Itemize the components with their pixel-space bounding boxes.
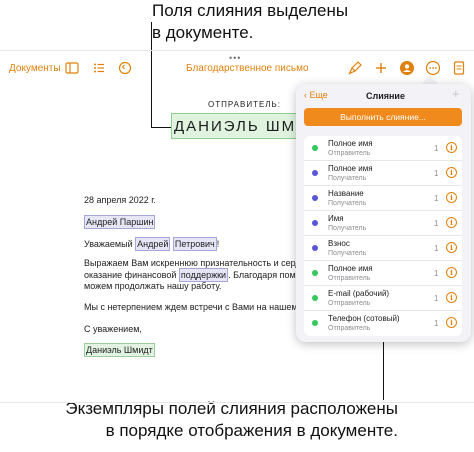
documents-button[interactable]: Документы	[9, 63, 61, 74]
field-count: 1	[434, 269, 439, 278]
greeting-line: Уважаемый Андрей Петрович!	[84, 237, 220, 251]
field-color-dot	[312, 195, 318, 201]
field-role: Отправитель	[328, 325, 371, 332]
info-icon[interactable]: i	[446, 242, 457, 253]
popover-title: Слияние	[366, 91, 405, 101]
paragraph1-line2: оказание финансовой поддержки. Благодаря…	[84, 268, 329, 282]
brush-icon[interactable]	[347, 60, 363, 76]
support-merge-field[interactable]: поддержки	[178, 268, 229, 282]
merge-field-row[interactable]: Полное имя Отправитель 1 i	[304, 261, 462, 286]
merge-field-row[interactable]: Телефон (сотовый) Отправитель 1 i	[304, 311, 462, 336]
back-button[interactable]: ‹ Еще	[304, 90, 328, 100]
collaborate-icon[interactable]	[399, 60, 415, 76]
field-count: 1	[434, 294, 439, 303]
info-icon[interactable]: i	[446, 267, 457, 278]
merge-field-list: Полное имя Отправитель 1 i Полное имя Получат…	[304, 136, 462, 336]
recipient-line: Андрей Паршин	[84, 215, 156, 229]
field-name: Полное имя	[328, 139, 373, 148]
field-role: Получатель	[328, 175, 367, 182]
perform-merge-button[interactable]: Выполнить слияние...	[304, 108, 462, 126]
merge-field-row[interactable]: Полное имя Получатель 1 i	[304, 161, 462, 186]
paragraph2: Мы с нетерпением ждем встречи с Вами на …	[84, 302, 325, 312]
signature-merge-field[interactable]: Даниэль Шмидт	[84, 343, 155, 357]
field-role: Получатель	[328, 225, 367, 232]
field-role: Отправитель	[328, 300, 371, 307]
sender-label: ОТПРАВИТЕЛЬ:	[208, 100, 282, 109]
more-icon[interactable]	[425, 60, 441, 76]
first-name-merge-field[interactable]: Андрей	[135, 237, 171, 251]
field-role: Отправитель	[328, 275, 371, 282]
info-icon[interactable]: i	[446, 292, 457, 303]
document-icon[interactable]	[451, 60, 467, 76]
field-name: Полное имя	[328, 264, 373, 273]
merge-field-row[interactable]: Название Получатель 1 i	[304, 186, 462, 211]
field-color-dot	[312, 295, 318, 301]
field-color-dot	[312, 145, 318, 151]
field-color-dot	[312, 220, 318, 226]
greeting-suffix: !	[216, 239, 220, 249]
closing-text: С уважением,	[84, 324, 142, 334]
callout-bottom-line	[383, 332, 384, 400]
grabber-handle[interactable]: •••	[229, 53, 241, 63]
field-color-dot	[312, 320, 318, 326]
info-icon[interactable]: i	[446, 167, 457, 178]
field-color-dot	[312, 245, 318, 251]
field-color-dot	[312, 270, 318, 276]
back-label: Еще	[309, 90, 328, 100]
document-title[interactable]: Благодарственное письмо	[186, 63, 309, 74]
field-name: E-mail (рабочий)	[328, 289, 390, 298]
info-icon[interactable]: i	[446, 217, 457, 228]
field-role: Получатель	[328, 200, 367, 207]
paragraph1-line1: Выражаем Вам искреннюю признательность и…	[84, 258, 320, 268]
paragraph1-line2-prefix: оказание финансовой	[84, 270, 179, 280]
sidebar-icon[interactable]	[64, 60, 80, 76]
info-icon[interactable]: i	[446, 142, 457, 153]
merge-field-row[interactable]: E-mail (рабочий) Отправитель 1 i	[304, 286, 462, 311]
merge-field-row[interactable]: Полное имя Отправитель 1 i	[304, 136, 462, 161]
date-text: 28 апреля 2022 г.	[84, 195, 156, 205]
merge-field-row[interactable]: Взнос Получатель 1 i	[304, 236, 462, 261]
field-name: Имя	[328, 214, 344, 223]
callout-bottom: Экземпляры полей слияния расположены в п…	[58, 398, 398, 442]
field-color-dot	[312, 170, 318, 176]
plus-icon[interactable]	[373, 60, 389, 76]
field-name: Полное имя	[328, 164, 373, 173]
bottom-divider	[0, 402, 474, 403]
field-count: 1	[434, 219, 439, 228]
field-name: Телефон (сотовый)	[328, 314, 400, 323]
undo-icon[interactable]	[117, 60, 133, 76]
field-count: 1	[434, 169, 439, 178]
field-role: Отправитель	[328, 150, 371, 157]
field-count: 1	[434, 144, 439, 153]
field-count: 1	[434, 319, 439, 328]
sender-name-merge-field[interactable]: ДАНИЭЛЬ ШМИДТ	[171, 113, 299, 139]
info-icon[interactable]: i	[446, 317, 457, 328]
field-count: 1	[434, 244, 439, 253]
add-field-button[interactable]: +	[452, 86, 460, 101]
last-name-merge-field[interactable]: Петрович	[172, 237, 217, 251]
callout-top-line2: в документе.	[152, 23, 254, 42]
callout-top-line1: Поля слияния выделены	[152, 1, 349, 20]
field-name: Взнос	[328, 239, 350, 248]
recipient-merge-field[interactable]: Андрей Паршин	[84, 215, 156, 229]
field-name: Название	[328, 189, 364, 198]
greeting-prefix: Уважаемый	[84, 239, 136, 249]
callout-bottom-line2: в порядке отображения в документе.	[105, 421, 398, 440]
toolbar: ••• Документы Благодарственное письмо	[0, 50, 474, 86]
field-count: 1	[434, 194, 439, 203]
list-icon[interactable]	[91, 60, 107, 76]
signature-line: Даниэль Шмидт	[84, 343, 155, 357]
paragraph1-line3: можем продолжать нашу работу.	[84, 281, 222, 291]
callout-top: Поля слияния выделены в документе.	[152, 0, 352, 44]
field-role: Получатель	[328, 250, 367, 257]
merge-field-row[interactable]: Имя Получатель 1 i	[304, 211, 462, 236]
callout-top-line-horizontal	[151, 127, 173, 128]
merge-popover: ‹ Еще Слияние + Выполнить слияние... Пол…	[296, 84, 471, 342]
info-icon[interactable]: i	[446, 192, 457, 203]
